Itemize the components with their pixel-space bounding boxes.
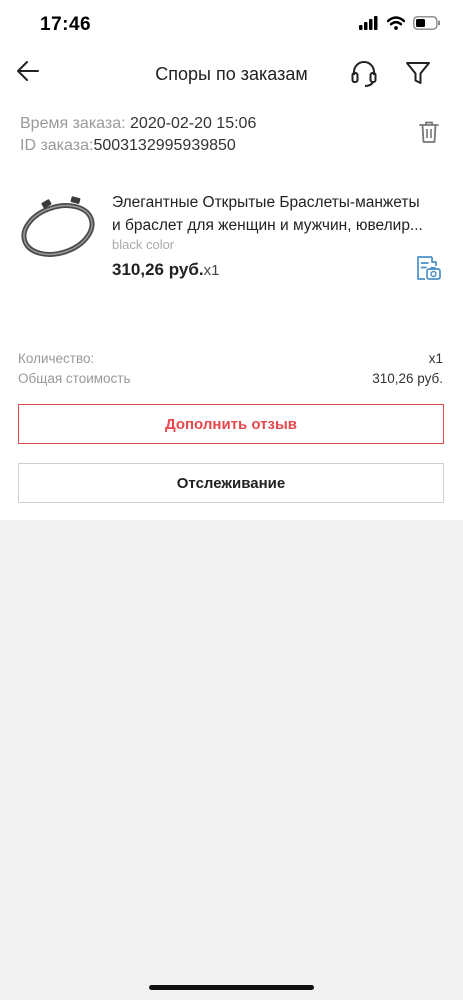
total-label: Общая стоимость [18,371,131,386]
order-id: ID заказа:5003132995939850 [20,137,236,155]
order-id-value: 5003132995939850 [93,137,236,154]
product-image[interactable] [18,185,102,269]
order-time-value: 2020-02-20 15:06 [130,115,257,132]
product-title-line1: Элегантные Открытые Браслеты-манжеты [112,194,420,211]
filter-icon [405,60,431,91]
photo-review-button[interactable] [413,255,443,285]
add-review-button[interactable]: Дополнить отзыв [18,404,444,444]
delete-order-button[interactable] [416,120,442,148]
tracking-button[interactable]: Отслеживание [18,463,444,503]
order-card: 17:46 Споры по заказам Время заказа: 202… [0,0,463,520]
product-title-line2: и браслет для женщин и мужчин, ювелир... [112,217,423,234]
photo-review-icon [414,254,442,287]
wifi-icon [386,16,406,35]
quantity-label: Количество: [18,351,95,366]
status-icons [359,16,441,35]
filter-button[interactable] [401,58,435,92]
order-id-label: ID заказа: [20,137,94,154]
product-title[interactable]: Элегантные Открытые Браслеты-манжеты и б… [112,191,442,237]
total-value: 310,26 руб. [372,371,443,386]
quantity-value: x1 [428,351,443,366]
page-title: Споры по заказам [155,64,308,84]
order-time-label: Время заказа: [20,115,126,132]
trash-icon [418,120,440,149]
product-qty: x1 [203,262,220,279]
product-variant: black color [112,237,175,252]
status-time: 17:46 [40,14,92,35]
product-price-value: 310,26 руб. [112,260,204,279]
battery-icon [413,16,441,35]
home-indicator[interactable] [149,985,314,990]
headset-icon [349,58,379,93]
product-price: 310,26 руб.x1 [112,260,219,280]
order-time: Время заказа: 2020-02-20 15:06 [20,115,256,133]
signal-icon [359,16,379,35]
support-button[interactable] [347,58,381,92]
